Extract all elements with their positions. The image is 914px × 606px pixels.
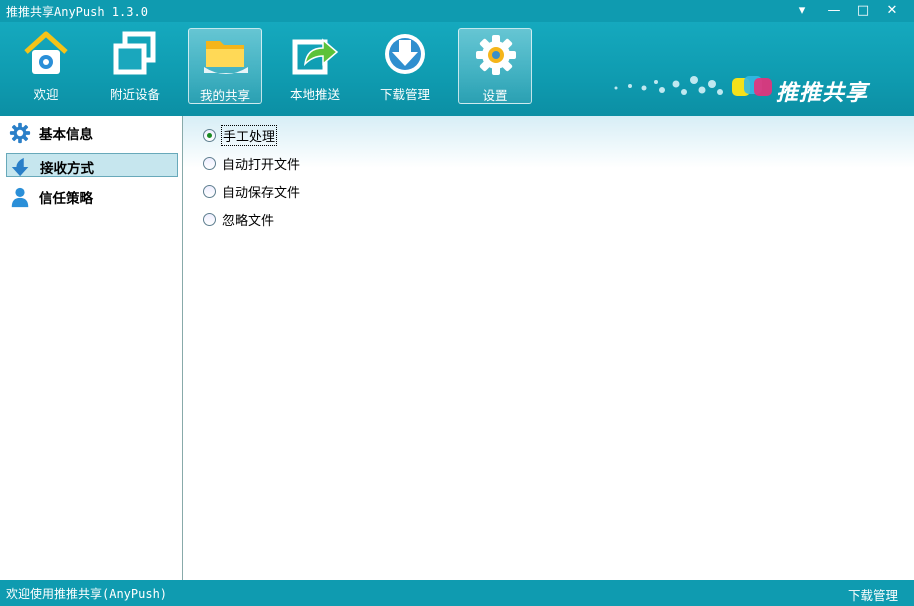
toolbar-label: 我的共享 xyxy=(199,88,250,103)
radio-label: 手工处理 xyxy=(220,125,278,146)
download-icon xyxy=(385,34,425,74)
radio-unchecked-icon[interactable] xyxy=(203,185,216,198)
app-window: 推推共享AnyPush 1.3.0 ▾ — □ ✕ 欢迎 附近设备 我的共享 本… xyxy=(0,0,914,606)
sidebar-item-label: 基本信息 xyxy=(39,127,93,143)
sidebar-item-label: 接收方式 xyxy=(40,161,94,177)
radio-checked-icon[interactable] xyxy=(203,129,216,142)
user-icon xyxy=(11,187,29,208)
title-bar: 推推共享AnyPush 1.3.0 ▾ — □ ✕ xyxy=(0,0,914,22)
status-bar: 欢迎使用推推共享(AnyPush) 下载管理 xyxy=(0,580,914,606)
toolbar-label: 欢迎 xyxy=(33,87,59,102)
receive-mode-panel: 手工处理 自动打开文件 自动保存文件 忽略文件 xyxy=(183,116,914,580)
download-arrow-icon xyxy=(11,157,29,177)
radio-label: 自动打开文件 xyxy=(222,158,301,173)
toolbar-settings-button[interactable]: 设置 xyxy=(458,28,532,104)
folder-icon xyxy=(204,41,248,74)
radio-unchecked-icon[interactable] xyxy=(203,157,216,170)
sidebar-item-trust-policy[interactable]: 信任策略 xyxy=(6,184,178,208)
brand-text: 推推共享 xyxy=(776,81,869,106)
radio-unchecked-icon[interactable] xyxy=(203,213,216,226)
window-title: 推推共享AnyPush 1.3.0 xyxy=(6,5,148,19)
close-button[interactable]: ✕ xyxy=(881,2,903,20)
toolbar-label: 本地推送 xyxy=(289,87,340,102)
toolbar-label: 下载管理 xyxy=(379,87,430,102)
toolbar-label: 设置 xyxy=(482,88,508,103)
sidebar-item-receive-mode[interactable]: 接收方式 xyxy=(6,153,178,177)
sidebar-item-basic-info[interactable]: 基本信息 xyxy=(6,120,178,144)
toolbar-my-share-button[interactable]: 我的共享 xyxy=(188,28,262,104)
status-welcome-text: 欢迎使用推推共享(AnyPush) xyxy=(6,587,168,601)
main-toolbar: 欢迎 附近设备 我的共享 本地推送 下载管理 设置 推推共享 xyxy=(0,22,914,116)
brand-logo-icon xyxy=(732,76,772,96)
toolbar-nearby-devices-button[interactable]: 附近设备 xyxy=(98,28,172,104)
gear-icon xyxy=(9,122,31,144)
home-icon xyxy=(24,31,68,74)
gear-icon xyxy=(476,35,516,75)
push-icon xyxy=(292,38,339,75)
radio-label: 忽略文件 xyxy=(222,214,275,229)
toolbar-download-manager-button[interactable]: 下载管理 xyxy=(368,28,442,104)
brand-dots-decoration xyxy=(614,76,723,95)
radio-label: 自动保存文件 xyxy=(222,186,301,201)
menu-dropdown-icon[interactable]: ▾ xyxy=(791,2,813,20)
toolbar-welcome-button[interactable]: 欢迎 xyxy=(9,28,83,104)
toolbar-local-push-button[interactable]: 本地推送 xyxy=(278,28,352,104)
devices-icon xyxy=(113,31,156,75)
sidebar-item-label: 信任策略 xyxy=(39,191,93,207)
minimize-button[interactable]: — xyxy=(823,2,845,20)
maximize-button[interactable]: □ xyxy=(852,2,874,20)
toolbar-label: 附近设备 xyxy=(109,87,160,102)
settings-sidebar: 基本信息 接收方式 信任策略 xyxy=(0,116,183,580)
status-download-manager-link[interactable]: 下载管理 xyxy=(848,585,898,604)
